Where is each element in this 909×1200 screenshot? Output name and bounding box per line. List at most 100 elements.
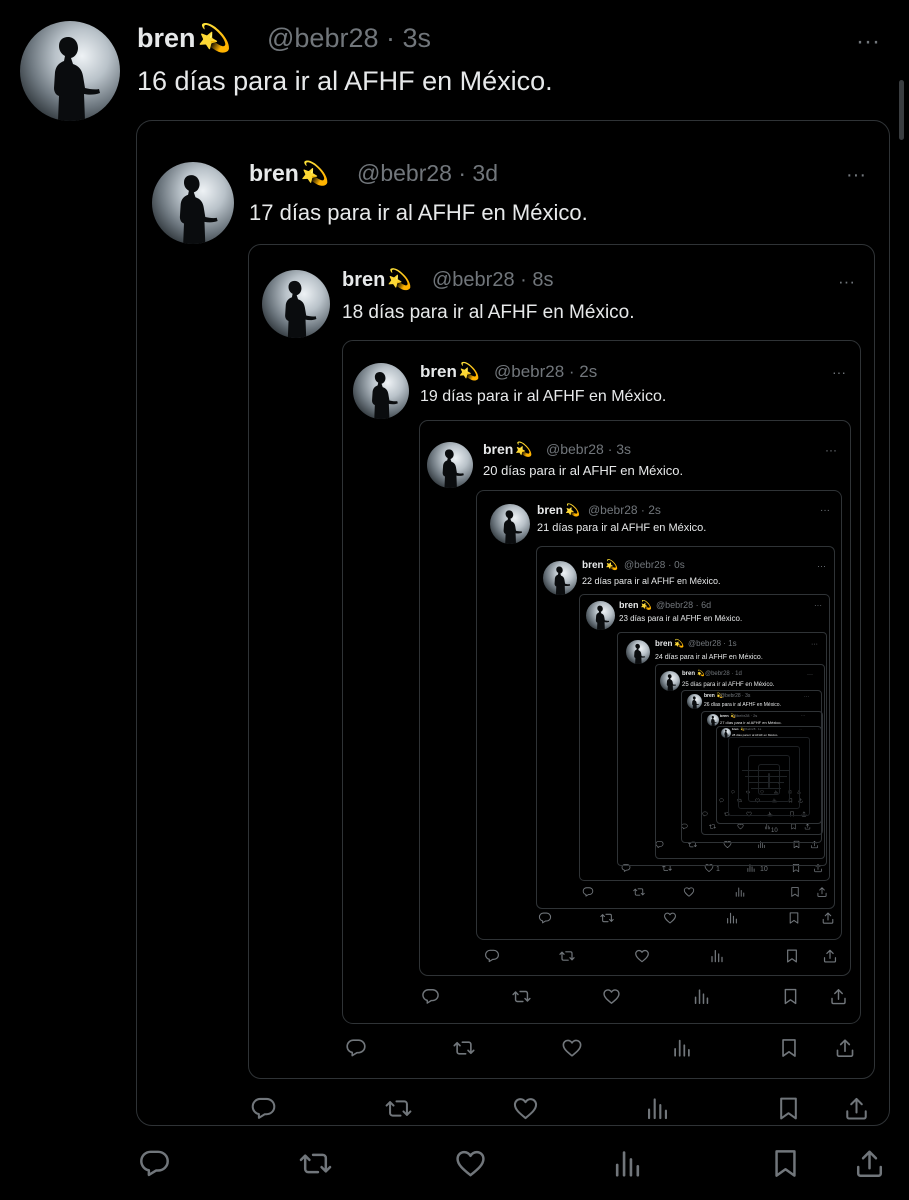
repost-icon[interactable] — [633, 886, 645, 898]
author-handle[interactable]: @bebr28 · 1d — [705, 671, 742, 677]
author-name[interactable]: bren💫 — [619, 601, 652, 610]
more-options-icon[interactable]: ··· — [820, 506, 830, 516]
avatar[interactable] — [660, 671, 680, 691]
repost-icon[interactable] — [559, 948, 575, 964]
reply-icon[interactable] — [138, 1147, 171, 1180]
post-timestamp[interactable]: · 2s — [750, 713, 758, 718]
bookmark-icon[interactable] — [775, 1095, 802, 1122]
share-icon[interactable] — [822, 948, 838, 964]
bookmark-icon[interactable] — [769, 1147, 802, 1180]
share-icon[interactable] — [821, 911, 835, 925]
more-options-icon[interactable]: ··· — [856, 30, 880, 54]
more-options-icon[interactable]: ··· — [817, 562, 826, 571]
more-options-icon[interactable]: ··· — [838, 273, 855, 290]
author-name[interactable]: bren💫 — [537, 504, 580, 516]
avatar[interactable] — [353, 363, 409, 419]
post-timestamp[interactable]: · 3d — [452, 160, 498, 186]
scrollbar[interactable] — [899, 80, 904, 140]
views-icon[interactable] — [725, 911, 739, 925]
bookmark-icon[interactable] — [778, 1037, 800, 1059]
share-icon[interactable] — [853, 1147, 886, 1180]
views-icon[interactable] — [644, 1095, 671, 1122]
avatar[interactable] — [427, 442, 473, 488]
avatar[interactable] — [586, 601, 615, 630]
author-name[interactable]: bren💫 — [582, 561, 618, 571]
heart-icon[interactable] — [561, 1037, 583, 1059]
more-options-icon[interactable]: ··· — [825, 444, 837, 456]
bookmark-icon[interactable] — [784, 948, 800, 964]
more-options-icon[interactable]: ··· — [801, 714, 805, 718]
author-handle[interactable]: @bebr28 · 2s — [494, 363, 597, 380]
author-handle[interactable]: @bebr28 · 2s — [588, 504, 661, 516]
author-handle[interactable]: @bebr28 · 8s — [432, 270, 553, 290]
author-name[interactable]: bren💫 — [249, 162, 329, 185]
author-handle[interactable]: @bebr28 · 1s — [743, 728, 761, 731]
heart-icon[interactable] — [512, 1095, 539, 1122]
more-options-icon[interactable]: ··· — [846, 165, 866, 185]
more-options-icon[interactable]: ··· — [804, 695, 809, 700]
views-icon[interactable] — [692, 987, 711, 1006]
repost-icon[interactable] — [453, 1037, 475, 1059]
author-name[interactable]: bren💫 — [483, 442, 533, 456]
reply-icon[interactable] — [421, 987, 440, 1006]
share-icon[interactable] — [829, 987, 848, 1006]
avatar[interactable] — [20, 21, 120, 121]
heart-icon[interactable] — [602, 987, 621, 1006]
post-timestamp[interactable]: · 0s — [665, 560, 685, 571]
post-timestamp[interactable]: · 3s — [604, 441, 631, 457]
avatar[interactable] — [687, 694, 702, 709]
post-timestamp[interactable]: · 3s — [741, 693, 750, 699]
author-handle[interactable]: @bebr28 · 2s — [733, 714, 757, 718]
heart-icon[interactable] — [683, 886, 695, 898]
share-icon[interactable] — [843, 1095, 870, 1122]
more-options-icon[interactable]: ··· — [814, 602, 822, 610]
author-handle[interactable]: @bebr28 · 3s — [546, 442, 631, 456]
more-options-icon[interactable]: ··· — [807, 672, 813, 678]
avatar[interactable] — [152, 162, 234, 244]
more-options-icon[interactable]: ··· — [811, 641, 818, 648]
views-icon[interactable] — [734, 886, 746, 898]
post-timestamp[interactable]: · 2s — [638, 503, 661, 517]
heart-icon[interactable] — [634, 948, 650, 964]
more-options-icon[interactable]: ··· — [832, 365, 846, 379]
reply-icon[interactable] — [250, 1095, 277, 1122]
views-icon[interactable] — [709, 948, 725, 964]
repost-icon[interactable] — [385, 1095, 412, 1122]
reply-icon[interactable] — [345, 1037, 367, 1059]
bookmark-icon[interactable] — [787, 911, 801, 925]
more-options-icon[interactable]: ··· — [799, 728, 802, 731]
author-name[interactable]: bren💫 — [137, 25, 231, 52]
author-name[interactable]: bren💫 — [682, 671, 705, 677]
author-name[interactable]: bren💫 — [420, 363, 480, 380]
views-icon[interactable] — [671, 1037, 693, 1059]
views-icon[interactable] — [611, 1147, 644, 1180]
author-name[interactable]: bren💫 — [342, 270, 412, 290]
author-handle[interactable]: @bebr28 · 1s — [688, 640, 737, 648]
author-handle[interactable]: @bebr28 · 6d — [656, 601, 711, 610]
avatar[interactable] — [490, 504, 530, 544]
heart-icon[interactable] — [454, 1147, 487, 1180]
share-icon[interactable] — [834, 1037, 856, 1059]
post-timestamp[interactable]: · 1s — [721, 639, 736, 648]
author-handle[interactable]: @bebr28 · 0s — [624, 561, 685, 571]
avatar[interactable] — [543, 561, 577, 595]
post-timestamp[interactable]: · 8s — [515, 269, 553, 291]
bookmark-icon[interactable] — [781, 987, 800, 1006]
share-icon[interactable] — [816, 886, 828, 898]
repost-icon[interactable] — [299, 1147, 332, 1180]
repost-icon[interactable] — [511, 987, 531, 1006]
reply-icon[interactable] — [538, 911, 552, 925]
author-handle[interactable]: @bebr28 · 3s — [267, 25, 431, 52]
avatar[interactable] — [707, 714, 719, 726]
author-handle[interactable]: @bebr28 · 3d — [357, 162, 498, 185]
reply-icon[interactable] — [484, 948, 500, 964]
post-timestamp[interactable]: · 3s — [378, 23, 431, 53]
post-timestamp[interactable]: · 1s — [755, 727, 761, 731]
post-timestamp[interactable]: · 1d — [730, 671, 741, 677]
author-handle[interactable]: @bebr28 · 3s — [720, 694, 750, 699]
heart-icon[interactable] — [663, 911, 677, 925]
avatar[interactable] — [262, 270, 330, 338]
bookmark-icon[interactable] — [789, 886, 801, 898]
avatar[interactable] — [626, 640, 650, 664]
reply-icon[interactable] — [582, 886, 594, 898]
